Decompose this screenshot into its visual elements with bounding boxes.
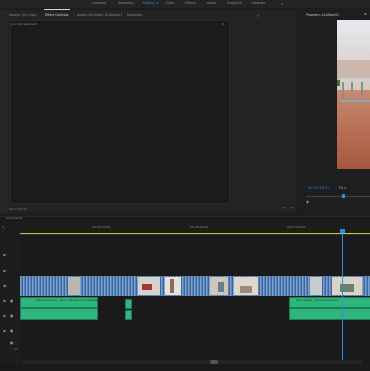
- effect-controls-area: [10, 20, 230, 204]
- workspace-assembly[interactable]: Assembly: [118, 1, 134, 5]
- sequence-tab[interactable]: Al-Akbar01: [6, 216, 23, 220]
- ruler-time-2: 00:26:40:00: [190, 225, 209, 229]
- effect-controls-timecode: 00:27:20:17: [9, 207, 28, 211]
- track-v2-toggle-icon[interactable]: ▪: [3, 252, 6, 257]
- timeline-horizontal-scrollbar[interactable]: [22, 360, 362, 364]
- snap-icon[interactable]: ↖: [2, 225, 5, 230]
- program-playhead[interactable]: [342, 194, 345, 198]
- program-timecode[interactable]: 00:27:20:17: [308, 186, 330, 190]
- track-a2-solo-icon[interactable]: ●: [10, 313, 14, 318]
- effect-controls-subtitle: (no clip selected): [11, 22, 37, 26]
- workspace-menu-icon[interactable]: ≡: [156, 1, 159, 5]
- workspace-audio[interactable]: Audio: [207, 1, 216, 5]
- ruler-time-3: 00:27:00:00: [287, 225, 306, 229]
- fit-zoom-dropdown[interactable]: Fit ▾: [339, 186, 346, 190]
- program-video-frame: [337, 20, 370, 169]
- track-a1-solo-icon[interactable]: ●: [10, 298, 14, 303]
- work-area-bar[interactable]: [20, 233, 370, 234]
- program-scrub-bar[interactable]: [306, 196, 370, 197]
- program-menu-icon[interactable]: ≡: [364, 12, 367, 16]
- track-v1-eye-icon[interactable]: ◉: [3, 283, 7, 288]
- track-a1-mute-icon[interactable]: ▪: [3, 298, 6, 303]
- workspace-overflow-icon[interactable]: »: [281, 1, 283, 6]
- tab-audio-clip-mixer[interactable]: Audio Clip Mixer: Al-Akbar01: [77, 13, 122, 17]
- workspace-graphics[interactable]: Graphics: [227, 1, 242, 5]
- video-frame-image: [337, 20, 370, 169]
- mark-in-icon[interactable]: ◆: [306, 199, 309, 204]
- track-a4-solo-icon[interactable]: ●: [10, 340, 14, 345]
- workspace-effects[interactable]: Effects: [185, 1, 196, 5]
- audio-clip-small-1[interactable]: [125, 299, 132, 309]
- workspace-color[interactable]: Color: [166, 1, 175, 5]
- timeline-playhead-line: [342, 233, 343, 363]
- audio-clip-2-stereo[interactable]: [289, 308, 370, 320]
- audio-clip-small-2[interactable]: [125, 310, 132, 320]
- workspace-editing[interactable]: Editing: [143, 1, 154, 5]
- tab-effect-controls[interactable]: Effect Controls: [45, 13, 68, 17]
- panel-overflow-icon[interactable]: »: [257, 13, 259, 18]
- effect-controls-arrow-icon[interactable]: ▸: [222, 21, 224, 26]
- track-a3-mute-icon[interactable]: ▪: [3, 328, 6, 333]
- track-a3-solo-icon[interactable]: ●: [10, 328, 14, 333]
- audio-clip-1-stereo[interactable]: [20, 308, 98, 320]
- timeline-scroll-thumb[interactable]: [210, 360, 218, 364]
- workspace-learning[interactable]: Learning: [92, 1, 106, 5]
- audio-clip-2[interactable]: Jam Capital - Vlad Gluschenko: [289, 297, 370, 308]
- export-icon[interactable]: ⇥: [290, 206, 293, 210]
- audio-clip-1-label: Vintage Garden - Kevin MacLeod (incompet…: [35, 298, 109, 302]
- audio-clip-1[interactable]: Vintage Garden - Kevin MacLeod (incompet…: [20, 297, 109, 308]
- ruler-time-1: 00:26:20:00: [92, 225, 111, 229]
- track-v1-toggle-icon[interactable]: ▪: [3, 268, 6, 273]
- left-panel-strip: [0, 10, 7, 213]
- workspace-libraries[interactable]: Libraries: [251, 1, 265, 5]
- video-clip-thumbnails: [20, 276, 370, 296]
- video-clip-strip[interactable]: [20, 276, 370, 296]
- audio-clip-2-label: Jam Capital - Vlad Gluschenko: [296, 298, 339, 302]
- tab-source[interactable]: Source: (no clips): [9, 13, 37, 17]
- timeline-zoom-icon[interactable]: ⇔: [14, 346, 17, 351]
- tab-metadata[interactable]: Metadata: [127, 13, 142, 17]
- workspace-bar: Learning Assembly Editing ≡ Color Effect…: [0, 0, 370, 8]
- filter-icon[interactable]: ⏷: [283, 206, 286, 210]
- track-a2-mute-icon[interactable]: ▪: [3, 313, 6, 318]
- program-monitor-title: Program: Al-Akbar01: [306, 13, 340, 17]
- active-tab-indicator: [44, 9, 70, 10]
